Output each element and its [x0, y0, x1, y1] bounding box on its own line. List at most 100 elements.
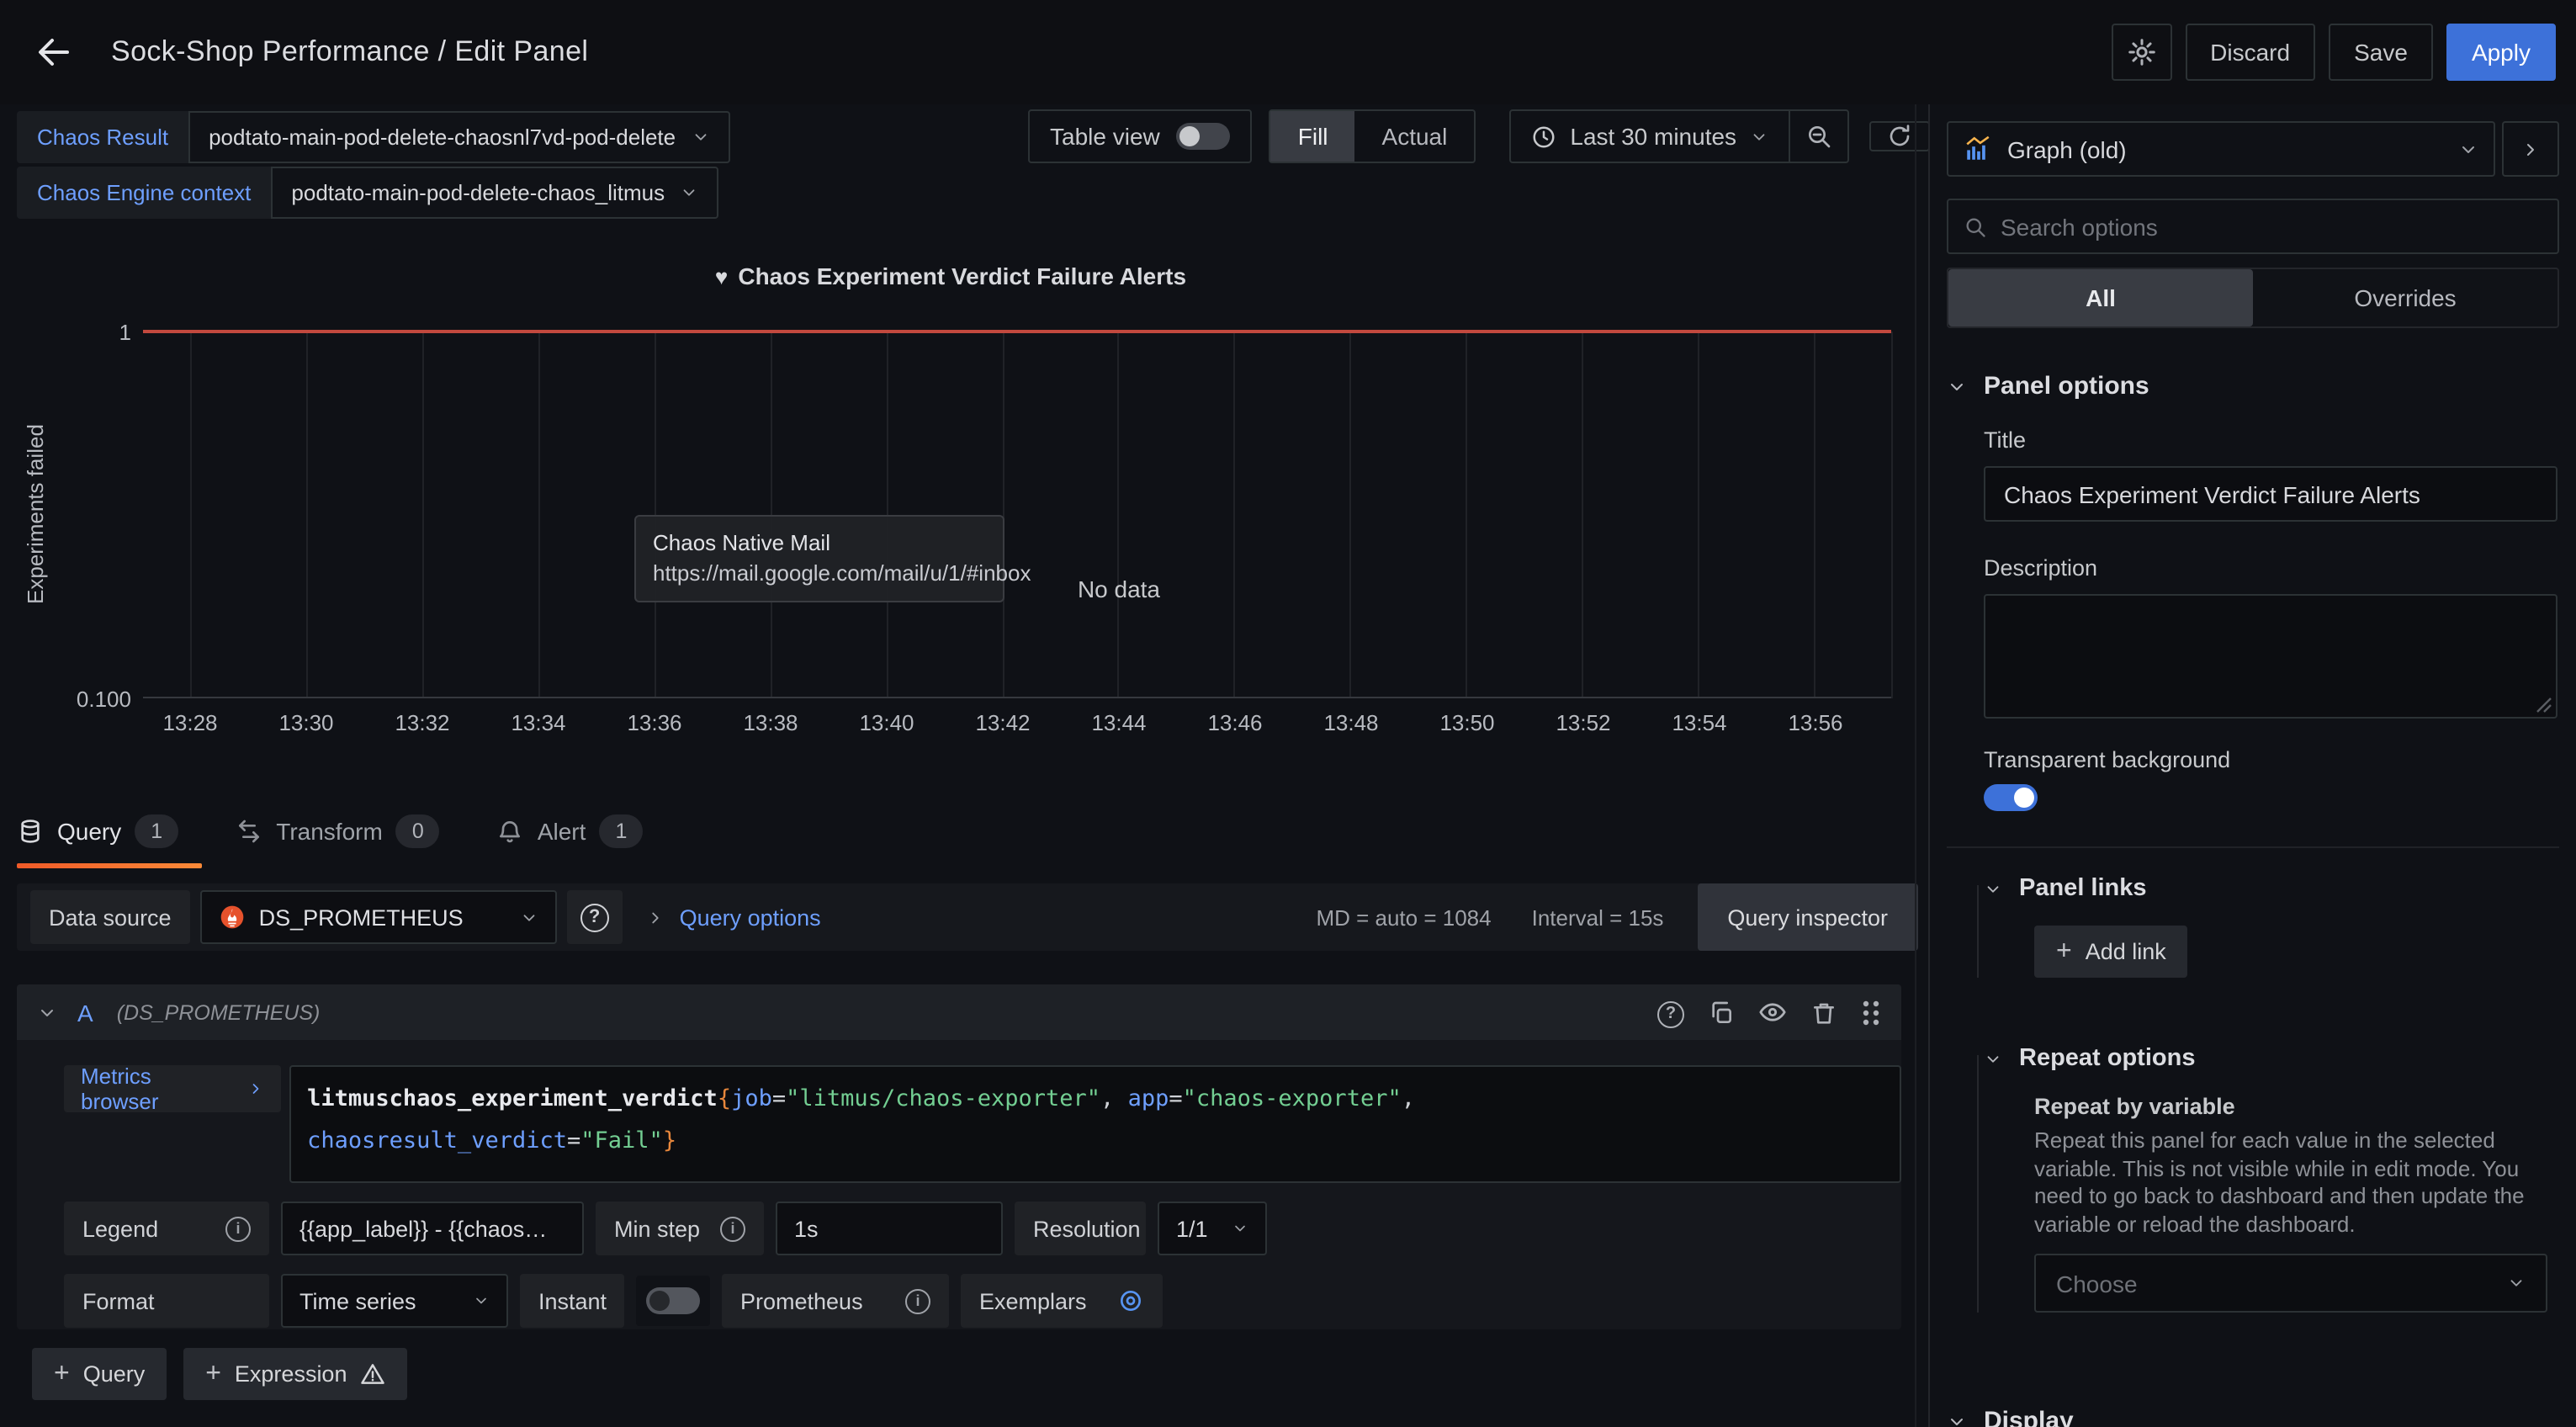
back-arrow-icon[interactable]: [34, 32, 74, 72]
query-inspector-button[interactable]: Query inspector: [1697, 883, 1918, 951]
max-data-points-info: MD = auto = 1084: [1316, 904, 1491, 930]
instant-toggle[interactable]: [646, 1287, 700, 1314]
variable-value-dropdown[interactable]: podtato-main-pod-delete-chaos_litmus: [271, 167, 718, 219]
time-range-picker[interactable]: Last 30 minutes: [1511, 111, 1789, 162]
chevron-right-icon: [2520, 139, 2541, 159]
table-view-control: Table view: [1028, 109, 1253, 163]
plus-icon: +: [2056, 936, 2072, 967]
chevron-down-icon: [2458, 139, 2478, 159]
refresh-button[interactable]: [1869, 121, 1930, 151]
tab-count-badge: 1: [135, 814, 178, 848]
visualization-picker[interactable]: Graph (old): [1947, 121, 2495, 177]
min-step-input[interactable]: 1s: [776, 1202, 1003, 1255]
query-options-toggle[interactable]: Query options: [646, 904, 821, 930]
repeat-variable-select[interactable]: Choose: [2034, 1254, 2547, 1313]
help-icon: ?: [1657, 1001, 1684, 1028]
resize-handle-icon[interactable]: [2536, 697, 2552, 714]
apply-button[interactable]: Apply: [2446, 24, 2556, 81]
delete-query-button[interactable]: [1810, 999, 1837, 1026]
save-button[interactable]: Save: [2329, 24, 2433, 81]
x-tick-label: 13:50: [1439, 710, 1494, 735]
chart-panel: ♥Chaos Experiment Verdict Failure Alerts…: [0, 219, 1928, 774]
data-source-picker[interactable]: DS_PROMETHEUS: [200, 890, 557, 944]
section-repeat-options[interactable]: Repeat options: [1984, 1045, 2559, 1072]
min-step-label: Min stepi: [596, 1202, 764, 1255]
gridline: [1814, 332, 1815, 698]
template-variables: Chaos Result podtato-main-pod-delete-cha…: [17, 111, 729, 219]
chevron-down-icon: [691, 128, 709, 146]
gridline: [1234, 332, 1236, 698]
x-tick-label: 13:34: [511, 710, 565, 735]
variable-value-dropdown[interactable]: podtato-main-pod-delete-chaosnl7vd-pod-d…: [188, 111, 729, 163]
data-source-help-button[interactable]: ?: [567, 890, 623, 944]
metrics-browser-button[interactable]: Metrics browser: [64, 1065, 280, 1112]
add-link-button[interactable]: + Add link: [2034, 926, 2188, 978]
add-expression-button[interactable]: + Expression: [183, 1348, 407, 1400]
x-tick-label: 13:48: [1323, 710, 1378, 735]
table-view-label: Table view: [1050, 123, 1160, 150]
exemplars-icon[interactable]: [1117, 1287, 1144, 1314]
query-expression[interactable]: litmuschaos_experiment_verdict{job="litm…: [289, 1065, 1901, 1183]
plus-icon: +: [54, 1359, 70, 1389]
fill-option[interactable]: Fill: [1271, 111, 1355, 162]
add-query-button[interactable]: + Query: [32, 1348, 167, 1400]
instant-toggle-container: [636, 1276, 710, 1326]
gridline: [190, 332, 192, 698]
section-panel-options[interactable]: Panel options: [1947, 372, 2559, 401]
eye-icon: [1758, 998, 1787, 1026]
fill-actual-control: Fill Actual: [1269, 109, 1476, 163]
gridline: [538, 332, 540, 698]
main-scrollbar-track[interactable]: [1915, 104, 1916, 1427]
heart-icon: ♥: [715, 264, 728, 289]
options-search[interactable]: Search options: [1947, 199, 2559, 254]
x-tick-label: 13:54: [1672, 710, 1726, 735]
zoom-out-button[interactable]: [1790, 111, 1847, 162]
legend-input[interactable]: {{app_label}} - {{chaos…: [281, 1202, 584, 1255]
panel-description-textarea[interactable]: [1984, 594, 2557, 719]
x-tick-label: 13:44: [1091, 710, 1146, 735]
gear-icon: [2126, 37, 2156, 67]
panel-link-tooltip: Chaos Native Mail https://mail.google.co…: [634, 515, 1004, 602]
tab-count-badge: 1: [599, 814, 643, 848]
x-tick-label: 13:46: [1207, 710, 1262, 735]
info-icon: i: [720, 1216, 745, 1241]
collapse-chevron-icon[interactable]: [37, 1002, 57, 1022]
x-axis-line: [143, 697, 1891, 698]
query-help-button[interactable]: ?: [1657, 997, 1684, 1028]
format-select[interactable]: Time series: [281, 1274, 508, 1328]
variable-chaos-engine-context: Chaos Engine context podtato-main-pod-de…: [17, 167, 729, 219]
disable-query-button[interactable]: [1758, 998, 1787, 1026]
chevron-down-icon: [1947, 1411, 1967, 1427]
discard-button[interactable]: Discard: [2185, 24, 2315, 81]
table-view-toggle[interactable]: [1177, 123, 1231, 150]
view-toolbar: Table view Fill Actual Last 30 minutes: [1028, 109, 1930, 163]
time-picker-control: Last 30 minutes: [1509, 109, 1849, 163]
transform-icon: [236, 818, 262, 845]
page-title: Sock-Shop Performance / Edit Panel: [111, 35, 588, 69]
filter-tab-overrides[interactable]: Overrides: [2253, 269, 2557, 326]
zoom-out-icon: [1805, 123, 1832, 150]
duplicate-query-button[interactable]: [1708, 999, 1735, 1026]
section-panel-links[interactable]: Panel links: [1984, 875, 2559, 902]
plus-icon: +: [205, 1359, 221, 1389]
tab-transform[interactable]: Transform 0: [236, 804, 457, 868]
prometheus-type-label: Prometheusi: [722, 1274, 949, 1328]
resolution-select[interactable]: 1/1: [1158, 1202, 1267, 1255]
drag-handle[interactable]: [1861, 999, 1881, 1026]
chevron-down-icon: [680, 183, 698, 202]
transparent-background-toggle[interactable]: [1984, 784, 2038, 811]
section-display[interactable]: Display: [1947, 1407, 2559, 1427]
panel-settings-button[interactable]: [2111, 24, 2171, 81]
query-footer: + Query + Expression: [32, 1348, 408, 1400]
actual-option[interactable]: Actual: [1355, 111, 1475, 162]
grip-icon: [1861, 999, 1881, 1026]
query-row-header[interactable]: A (DS_PROMETHEUS) ?: [17, 984, 1901, 1040]
toggle-viz-picker-button[interactable]: [2502, 121, 2559, 177]
tab-query[interactable]: Query 1: [17, 804, 195, 868]
query-ref-id: A: [77, 999, 93, 1026]
panel-title-input[interactable]: Chaos Experiment Verdict Failure Alerts: [1984, 466, 2557, 522]
filter-tab-all[interactable]: All: [1948, 269, 2253, 326]
description-field-label: Description: [1984, 555, 2559, 581]
x-tick-label: 13:56: [1788, 710, 1842, 735]
tab-alert[interactable]: Alert 1: [497, 804, 660, 868]
